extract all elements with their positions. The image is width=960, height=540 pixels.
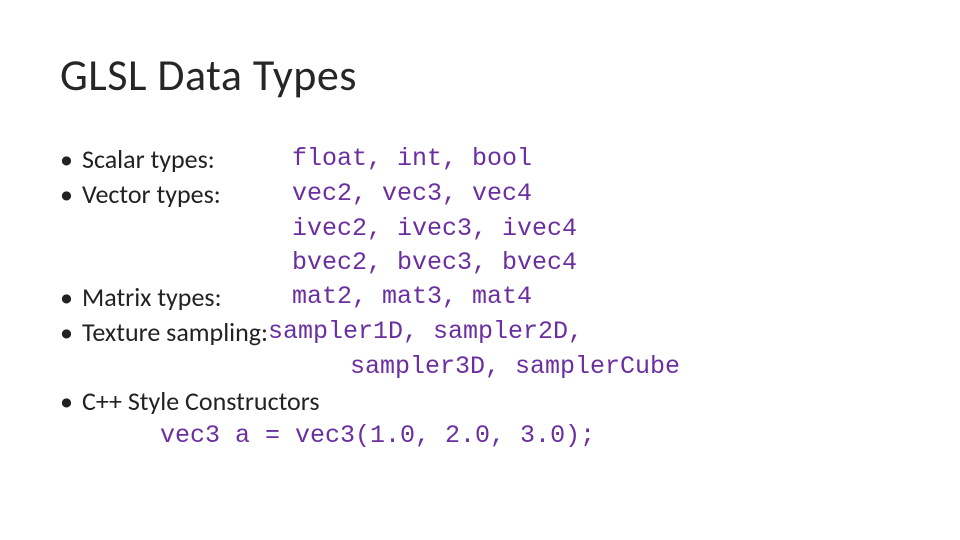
bullet-label: Vector types: xyxy=(82,177,292,212)
code-text: float, int, bool xyxy=(292,142,532,176)
bullet-label: Texture sampling: xyxy=(82,315,268,350)
code-text: sampler1D, sampler2D, xyxy=(268,315,583,349)
slide-body: Scalar types: float, int, bool Vector ty… xyxy=(60,142,900,452)
bullet-matrix: Matrix types: mat2, mat3, mat4 xyxy=(60,280,900,315)
code-text: vec2, vec3, vec4 xyxy=(292,177,532,211)
bullet-icon xyxy=(60,142,82,177)
bullet-vector: Vector types: vec2, vec3, vec4 xyxy=(60,177,900,212)
bullet-label: Scalar types: xyxy=(82,142,292,177)
bullet-icon xyxy=(60,384,82,419)
code-text: mat2, mat3, mat4 xyxy=(292,280,532,314)
code-text: vec3 a = vec3(1.0, 2.0, 3.0); xyxy=(160,419,900,453)
slide-title: GLSL Data Types xyxy=(60,48,900,102)
code-text: sampler3D, samplerCube xyxy=(350,350,900,384)
code-text: ivec2, ivec3, ivec4 xyxy=(292,212,900,246)
bullet-icon xyxy=(60,280,82,315)
bullet-icon xyxy=(60,177,82,212)
slide: GLSL Data Types Scalar types: float, int… xyxy=(0,0,960,540)
code-text: bvec2, bvec3, bvec4 xyxy=(292,246,900,280)
bullet-texture: Texture sampling: sampler1D, sampler2D, xyxy=(60,315,900,350)
bullet-icon xyxy=(60,315,82,350)
bullet-label: C++ Style Constructors xyxy=(82,384,320,419)
bullet-ctor: C++ Style Constructors xyxy=(60,384,900,419)
bullet-scalar: Scalar types: float, int, bool xyxy=(60,142,900,177)
bullet-label: Matrix types: xyxy=(82,280,292,315)
